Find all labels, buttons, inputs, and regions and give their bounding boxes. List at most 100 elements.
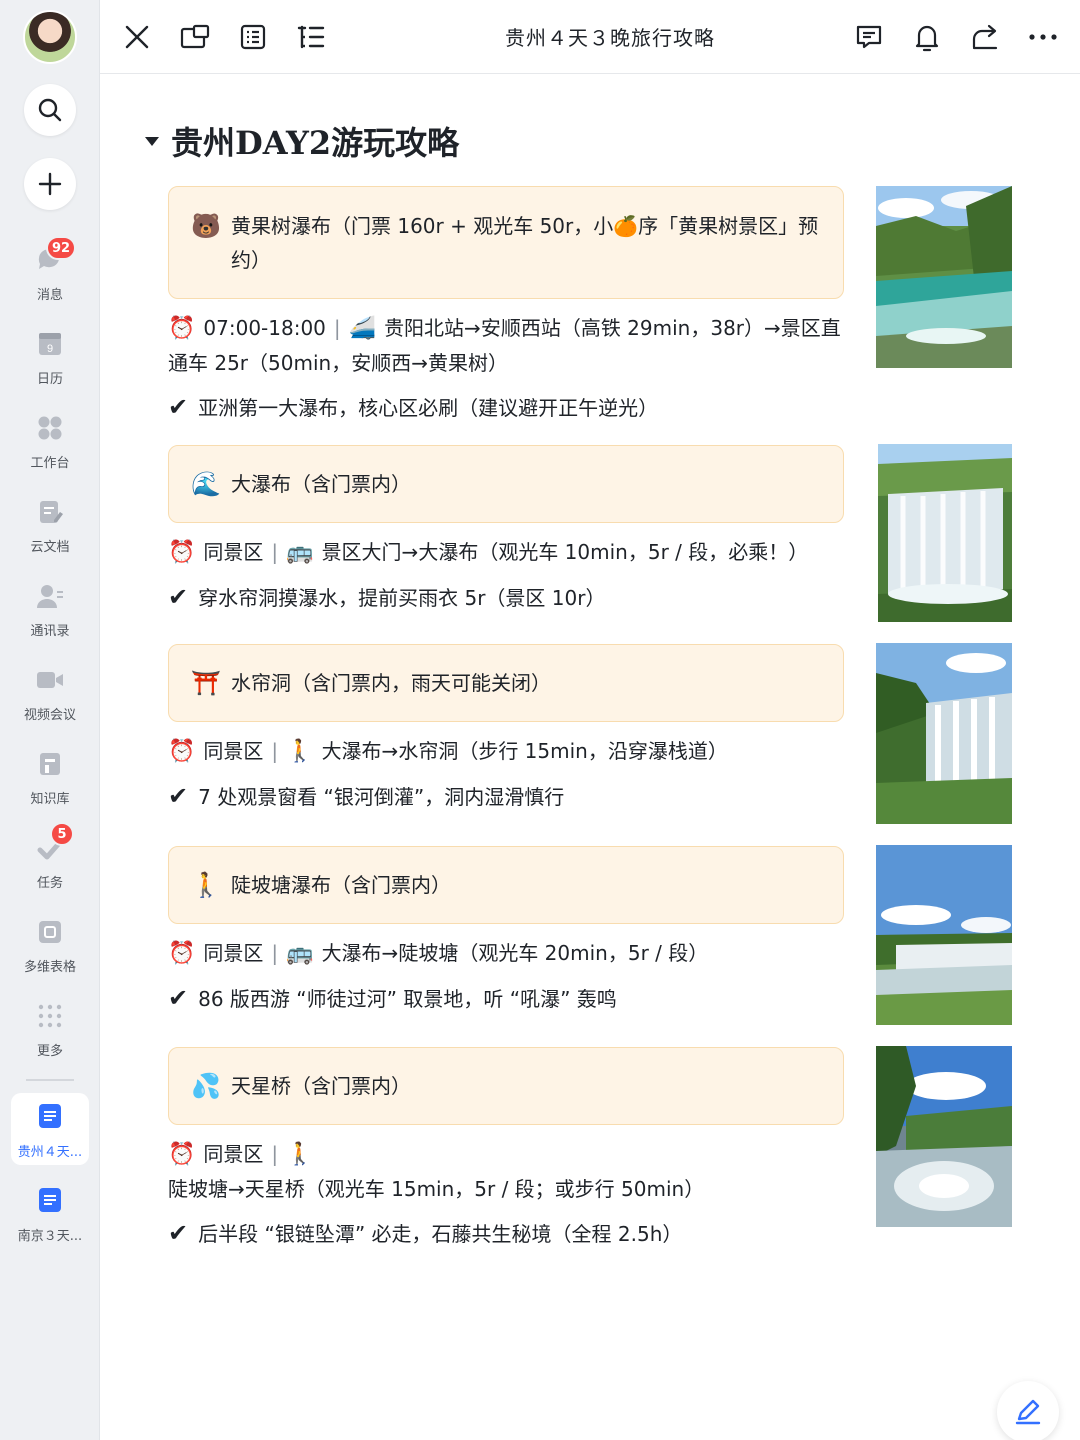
check-icon: ✔ <box>168 782 189 810</box>
sidebar: 92 消息 9 日历 工作台 云文档 通讯录 视频会议 知识库 5 任务 多维表… <box>0 0 100 1440</box>
waterfall-image <box>878 444 1012 622</box>
contacts-icon <box>37 585 63 608</box>
sidebar-item-messages[interactable]: 92 消息 <box>0 236 100 318</box>
wave-icon: 🌊 <box>191 470 221 498</box>
ellipsis-icon <box>1029 34 1057 40</box>
bear-icon: 🐻 <box>191 212 221 240</box>
time-text: 同景区 <box>203 941 264 965</box>
share-button[interactable] <box>967 19 1003 55</box>
time-text: 07:00-18:00 <box>203 316 326 340</box>
waterfall-photo-1[interactable] <box>876 186 1012 368</box>
avatar[interactable] <box>23 10 77 64</box>
waterfall-photo-2[interactable] <box>878 444 1012 622</box>
sidebar-item-contacts[interactable]: 通讯录 <box>0 574 100 654</box>
comment-icon <box>856 25 882 49</box>
bell-icon <box>915 25 939 52</box>
sidebar-item-label: 知识库 <box>30 792 70 807</box>
info-line: ⏰ 07:00-18:00 | 🚄 贵阳北站→安顺西站（高铁 29min，38r）→景区… <box>168 316 841 375</box>
check-icon: ✔ <box>168 393 189 421</box>
alarm-clock-icon: ⏰ <box>168 1142 196 1167</box>
sidebar-divider <box>26 1079 74 1081</box>
sidebar-item-tasks[interactable]: 5 任务 <box>0 822 100 906</box>
transport-text: 陡坡塘→天星桥（观光车 15min，5r / 段；或步行 50min） <box>168 1177 705 1201</box>
sidebar-item-label: 云文档 <box>30 540 70 555</box>
search-icon <box>38 98 62 122</box>
info-line: ⏰ 同景区 | 🚶陡坡塘→天星桥（观光车 15min，5r / 段；或步行 50min… <box>168 1142 705 1201</box>
info-line: ⏰ 同景区 | 🚶 大瀑布→水帘洞（步行 15min，沿穿瀑栈道） <box>168 739 728 764</box>
torii-icon: ⛩️ <box>191 669 221 697</box>
close-icon <box>125 25 149 49</box>
waterfall-image <box>876 643 1012 824</box>
table-of-contents-button[interactable] <box>293 19 329 55</box>
sidebar-item-video-meeting[interactable]: 视频会议 <box>0 658 100 738</box>
tip-text: 亚洲第一大瀑布，核心区必刷（建议避开正午逆光） <box>198 396 659 420</box>
task-badge: 5 <box>50 822 74 846</box>
more-dots-icon <box>38 1004 62 1028</box>
search-button[interactable] <box>24 84 76 136</box>
callout-block[interactable]: 💦 天星桥（含门票内） <box>168 1047 844 1125</box>
recent-doc-guizhou[interactable]: 贵州４天... <box>11 1093 89 1165</box>
waterfall-photo-4[interactable] <box>876 845 1012 1025</box>
sidebar-item-more[interactable]: 更多 <box>0 994 100 1074</box>
check-icon: ✔ <box>168 984 189 1012</box>
check-icon: ✔ <box>168 1219 189 1247</box>
callout-text: 黄果树瀑布（门票 160r + 观光车 50r，小🍊序「黄果树景区」预约） <box>231 214 819 272</box>
float-window-button[interactable] <box>177 19 213 55</box>
sidebar-item-bitable[interactable]: 多维表格 <box>0 910 100 990</box>
sidebar-item-label: 消息 <box>36 288 63 303</box>
float-window-icon <box>180 24 210 49</box>
sidebar-item-calendar[interactable]: 9 日历 <box>0 322 100 402</box>
sidebar-item-label: 通讯录 <box>30 624 70 639</box>
tip-text: 86 版西游 “师徒过河” 取景地，听 “吼瀑” 轰鸣 <box>198 987 617 1011</box>
svg-text:9: 9 <box>47 343 53 355</box>
tip-line: ✔ 亚洲第一大瀑布，核心区必刷（建议避开正午逆光） <box>168 390 848 425</box>
pencil-icon <box>1015 1399 1041 1425</box>
waterfall-image <box>876 1046 1012 1227</box>
sidebar-item-label: 更多 <box>36 1044 63 1059</box>
bus-icon: 🚌 <box>286 540 314 565</box>
video-camera-icon <box>37 672 63 688</box>
callout-block[interactable]: 🚶 陡坡塘瀑布（含门票内） <box>168 846 844 924</box>
callout-text: 水帘洞（含门票内，雨天可能关闭） <box>231 671 551 695</box>
waterfall-photo-3[interactable] <box>876 643 1012 824</box>
transport-text: 大瀑布→陡坡塘（观光车 20min，5r / 段） <box>321 941 709 965</box>
comment-button[interactable] <box>851 19 887 55</box>
outline-button[interactable] <box>235 19 271 55</box>
time-text: 同景区 <box>203 1142 264 1166</box>
check-icon: ✔ <box>168 583 189 611</box>
callout-block[interactable]: 🌊 大瀑布（含门票内） <box>168 445 844 523</box>
alarm-clock-icon: ⏰ <box>168 540 196 565</box>
callout-block[interactable]: 🐻 黄果树瀑布（门票 160r + 观光车 50r，小🍊序「黄果树景区」预约） <box>168 186 844 299</box>
info-line: ⏰ 同景区 | 🚌 大瀑布→陡坡塘（观光车 20min，5r / 段） <box>168 941 709 966</box>
time-text: 同景区 <box>203 540 264 564</box>
recent-doc-label: 南京３天... <box>17 1229 83 1244</box>
add-button[interactable] <box>24 158 76 210</box>
doc-icon <box>39 1188 61 1212</box>
sidebar-item-knowledge-base[interactable]: 知识库 <box>0 742 100 822</box>
sidebar-item-workplace[interactable]: 工作台 <box>0 406 100 486</box>
tip-text: 7 处观景窗看 “银河倒灌”，洞内湿滑慎行 <box>198 785 565 809</box>
sweat-droplets-icon: 💦 <box>191 1072 221 1100</box>
close-button[interactable] <box>119 19 155 55</box>
transport-text: 大瀑布→水帘洞（步行 15min，沿穿瀑栈道） <box>321 739 728 763</box>
more-options-button[interactable] <box>1025 19 1061 55</box>
waterfall-photo-5[interactable] <box>876 1046 1012 1227</box>
alarm-clock-icon: ⏰ <box>168 316 196 341</box>
share-icon <box>972 24 998 50</box>
walking-person-icon: 🚶 <box>286 1142 314 1167</box>
sidebar-item-cloud-docs[interactable]: 云文档 <box>0 490 100 570</box>
collapse-caret-icon[interactable] <box>145 136 159 146</box>
doc-icon <box>39 1104 61 1128</box>
sidebar-item-label: 视频会议 <box>23 708 76 723</box>
time-text: 同景区 <box>203 739 264 763</box>
alarm-clock-icon: ⏰ <box>168 941 196 966</box>
bus-icon: 🚌 <box>286 941 314 966</box>
notification-button[interactable] <box>909 19 945 55</box>
knowledge-book-icon <box>40 753 60 775</box>
recent-doc-nanjing[interactable]: 南京３天... <box>11 1177 89 1249</box>
callout-block[interactable]: ⛩️ 水帘洞（含门票内，雨天可能关闭） <box>168 644 844 722</box>
unread-badge: 92 <box>46 236 77 260</box>
edit-button[interactable] <box>997 1381 1059 1440</box>
section-heading[interactable]: 贵州DAY2游玩攻略 <box>145 118 459 164</box>
outline-tree-icon <box>297 25 325 49</box>
